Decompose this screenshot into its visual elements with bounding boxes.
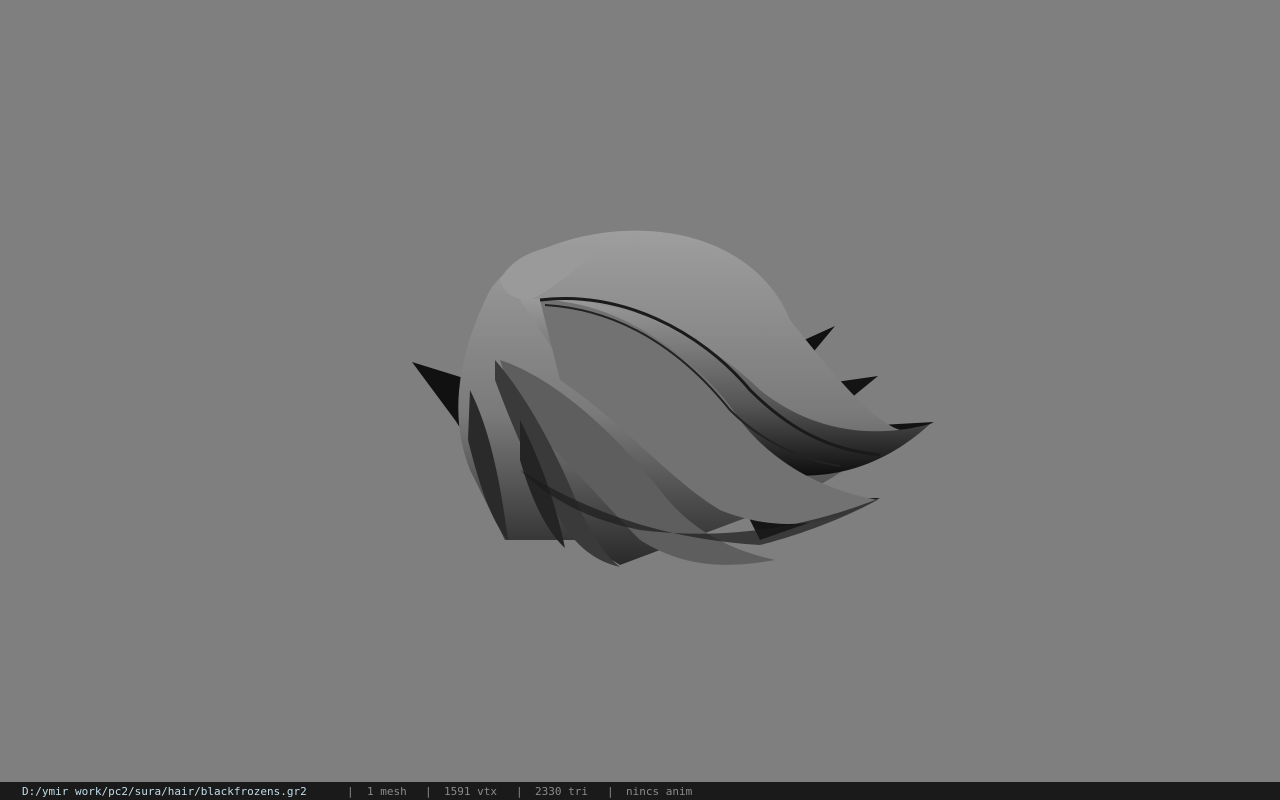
status-separator: | [347, 785, 354, 798]
status-separator: | [607, 785, 614, 798]
mesh-count: 1 mesh [367, 785, 407, 798]
triangle-count: 2330 tri [535, 785, 588, 798]
status-separator: | [516, 785, 523, 798]
3d-viewport[interactable] [0, 0, 1280, 780]
status-bar: D:/ymir work/pc2/sura/hair/blackfrozens.… [0, 782, 1280, 800]
hair-model[interactable] [0, 0, 1280, 780]
status-separator: | [425, 785, 432, 798]
file-path: D:/ymir work/pc2/sura/hair/blackfrozens.… [22, 785, 307, 798]
anim-status: nincs anim [626, 785, 693, 798]
vertex-count: 1591 vtx [444, 785, 497, 798]
